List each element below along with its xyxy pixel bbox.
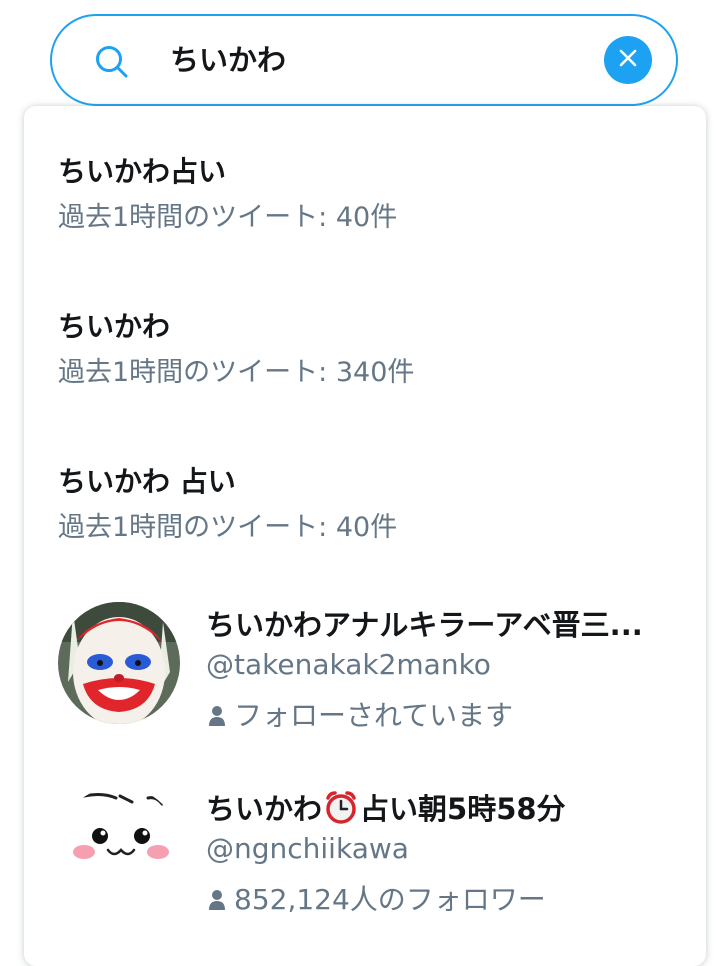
user-follower-count: 852,124人のフォロワー <box>206 878 546 918</box>
user-result[interactable]: ちいかわアナルキラーアベ晋三... @takenakak2manko フォローさ… <box>24 602 706 772</box>
suggestion-item[interactable]: ちいかわ 過去1時間のツイート: 340件 <box>24 261 706 411</box>
person-icon <box>206 702 228 726</box>
search-bar[interactable]: ちいかわ <box>50 14 678 106</box>
user-display-name: ちいかわアナルキラーアベ晋三... <box>206 608 643 642</box>
search-icon <box>92 42 132 82</box>
user-result[interactable]: ちいかわ 占い朝5時58分 @ngnchiikawa 852,124人のフォロワ… <box>24 786 706 956</box>
suggestion-title: ちいかわ占い <box>58 155 227 188</box>
user-display-name: ちいかわ 占い朝5時58分 <box>206 790 566 826</box>
suggestion-tweet-count: 過去1時間のツイート: 40件 <box>58 512 398 543</box>
suggestion-title: ちいかわ <box>58 310 171 343</box>
close-icon <box>618 48 638 72</box>
suggestion-item[interactable]: ちいかわ 占い 過去1時間のツイート: 40件 <box>24 416 706 566</box>
user-follow-status-text: フォローされています <box>234 699 514 732</box>
avatar <box>58 786 180 908</box>
suggestion-title: ちいかわ 占い <box>58 465 236 498</box>
user-follow-status: フォローされています <box>206 694 513 734</box>
alarm-clock-icon <box>324 790 358 824</box>
user-handle: @ngnchiikawa <box>206 832 409 865</box>
user-handle: @takenakak2manko <box>206 648 491 681</box>
avatar <box>58 602 180 724</box>
suggestion-tweet-count: 過去1時間のツイート: 40件 <box>58 202 398 233</box>
suggestion-item[interactable]: ちいかわ占い 過去1時間のツイート: 40件 <box>24 106 706 256</box>
clear-search-button[interactable] <box>604 36 652 84</box>
user-follower-count-text: 852,124人のフォロワー <box>234 883 546 916</box>
suggestion-tweet-count: 過去1時間のツイート: 340件 <box>58 357 415 388</box>
search-input[interactable]: ちいかわ <box>170 16 286 104</box>
person-icon <box>206 886 228 910</box>
search-suggestions-dropdown: ちいかわ占い 過去1時間のツイート: 40件 ちいかわ 過去1時間のツイート: … <box>24 106 706 966</box>
